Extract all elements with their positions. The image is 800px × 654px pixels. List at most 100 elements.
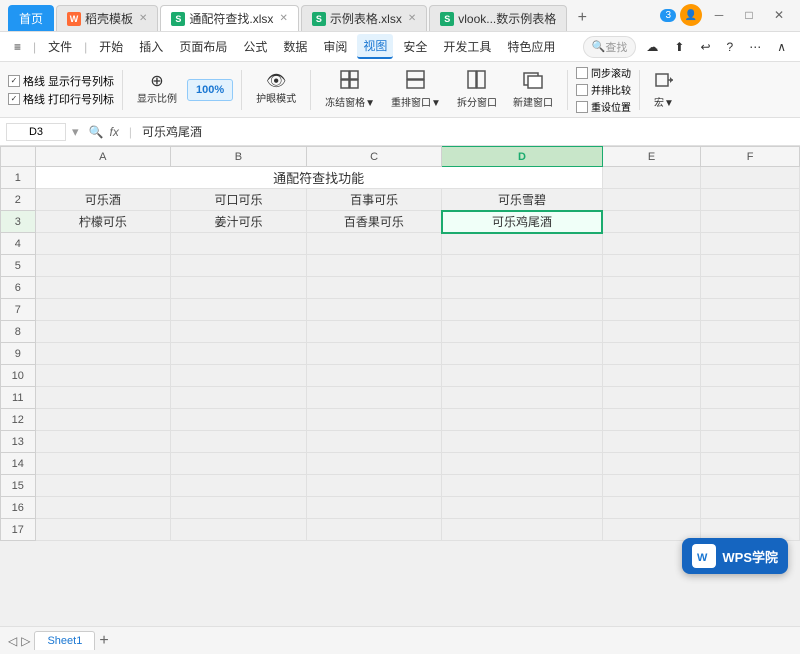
cell-a3[interactable]: 柠檬可乐 [35, 211, 171, 233]
row-header-7[interactable]: 7 [1, 299, 36, 321]
cell-a15[interactable] [35, 475, 171, 497]
cell-a10[interactable] [35, 365, 171, 387]
cell-e11[interactable] [602, 387, 701, 409]
cell-e7[interactable] [602, 299, 701, 321]
cell-f1[interactable] [701, 167, 800, 189]
new-window-button[interactable]: 新建窗口 [507, 66, 559, 113]
row-header-5[interactable]: 5 [1, 255, 36, 277]
print-gridlines-checkbox[interactable]: ✓ 格线 打印行号列标 [8, 91, 114, 107]
row-header-15[interactable]: 15 [1, 475, 36, 497]
cell-e4[interactable] [602, 233, 701, 255]
cell-a6[interactable] [35, 277, 171, 299]
cell-c6[interactable] [306, 277, 442, 299]
menu-special[interactable]: 特色应用 [501, 35, 561, 58]
row-header-3[interactable]: 3 [1, 211, 36, 233]
cell-d10[interactable] [442, 365, 602, 387]
side-by-side-row[interactable]: 并排比较 [576, 82, 631, 97]
cell-a7[interactable] [35, 299, 171, 321]
col-header-d[interactable]: D [442, 147, 602, 167]
cell-f10[interactable] [701, 365, 800, 387]
row-header-16[interactable]: 16 [1, 497, 36, 519]
freeze-button[interactable]: 冻结窗格▼ [319, 66, 381, 113]
eye-mode-button[interactable]: 👁 护眼模式 [250, 70, 302, 109]
tab-wildcard[interactable]: S 通配符查找.xlsx ✕ [160, 5, 298, 31]
cell-a8[interactable] [35, 321, 171, 343]
cell-a11[interactable] [35, 387, 171, 409]
cell-a2[interactable]: 可乐酒 [35, 189, 171, 211]
menu-hamburger[interactable]: ≡ [8, 37, 27, 57]
cell-d16[interactable] [442, 497, 602, 519]
row-header-13[interactable]: 13 [1, 431, 36, 453]
cell-b3[interactable]: 姜汁可乐 [171, 211, 307, 233]
cell-b10[interactable] [171, 365, 307, 387]
cell-c16[interactable] [306, 497, 442, 519]
cell-d8[interactable] [442, 321, 602, 343]
cell-a1-merged[interactable]: 通配符查找功能 [35, 167, 602, 189]
sheet-nav-prev[interactable]: ◁ [8, 634, 17, 648]
cell-d6[interactable] [442, 277, 602, 299]
cell-b7[interactable] [171, 299, 307, 321]
close-wildcard-tab[interactable]: ✕ [279, 13, 287, 24]
cell-a16[interactable] [35, 497, 171, 519]
cell-a4[interactable] [35, 233, 171, 255]
row-header-17[interactable]: 17 [1, 519, 36, 541]
cell-d9[interactable] [442, 343, 602, 365]
cell-f9[interactable] [701, 343, 800, 365]
reset-pos-row[interactable]: 重设位置 [576, 99, 631, 114]
cell-a9[interactable] [35, 343, 171, 365]
cell-f3[interactable] [701, 211, 800, 233]
macro-button[interactable]: 宏▼ [648, 66, 680, 113]
cell-c13[interactable] [306, 431, 442, 453]
cell-a5[interactable] [35, 255, 171, 277]
cell-b11[interactable] [171, 387, 307, 409]
cell-c7[interactable] [306, 299, 442, 321]
cell-c10[interactable] [306, 365, 442, 387]
cell-e10[interactable] [602, 365, 701, 387]
cell-f11[interactable] [701, 387, 800, 409]
cell-reference-input[interactable] [6, 123, 66, 141]
cell-d11[interactable] [442, 387, 602, 409]
cell-d5[interactable] [442, 255, 602, 277]
row-header-2[interactable]: 2 [1, 189, 36, 211]
cell-d4[interactable] [442, 233, 602, 255]
cell-b16[interactable] [171, 497, 307, 519]
close-template-tab[interactable]: ✕ [139, 13, 147, 24]
cell-e16[interactable] [602, 497, 701, 519]
cell-f14[interactable] [701, 453, 800, 475]
sheet-tab-sheet1[interactable]: Sheet1 [34, 631, 95, 650]
gridlines-checkbox[interactable]: ✓ 格线 显示行号列标 [8, 73, 114, 89]
cell-d2[interactable]: 可乐雪碧 [442, 189, 602, 211]
menu-collapse[interactable]: ∧ [771, 37, 792, 57]
cell-e1[interactable] [602, 167, 701, 189]
cell-d7[interactable] [442, 299, 602, 321]
cell-f13[interactable] [701, 431, 800, 453]
tab-vlookup[interactable]: S vlook...数示例表格 [429, 5, 567, 31]
cell-b6[interactable] [171, 277, 307, 299]
zoom-display-button[interactable]: ⊕ 显示比例 [131, 70, 183, 109]
cell-e17[interactable] [602, 519, 701, 541]
menu-insert[interactable]: 插入 [133, 35, 169, 58]
search-box[interactable]: 🔍 查找 [583, 36, 637, 58]
cell-c9[interactable] [306, 343, 442, 365]
cell-b5[interactable] [171, 255, 307, 277]
cell-a13[interactable] [35, 431, 171, 453]
menu-more[interactable]: ⋯ [743, 37, 767, 57]
cell-f6[interactable] [701, 277, 800, 299]
cell-b2[interactable]: 可口可乐 [171, 189, 307, 211]
formula-value[interactable]: 可乐鸡尾酒 [142, 123, 794, 140]
split-button[interactable]: 拆分窗口 [451, 66, 503, 113]
row-header-4[interactable]: 4 [1, 233, 36, 255]
cell-f15[interactable] [701, 475, 800, 497]
row-header-14[interactable]: 14 [1, 453, 36, 475]
sync-scroll-row[interactable]: 同步滚动 [576, 65, 631, 80]
menu-cloud[interactable]: ☁ [640, 37, 664, 57]
menu-formula[interactable]: 公式 [237, 35, 273, 58]
cell-c17[interactable] [306, 519, 442, 541]
menu-start[interactable]: 开始 [93, 35, 129, 58]
cell-d17[interactable] [442, 519, 602, 541]
cell-d15[interactable] [442, 475, 602, 497]
cell-f7[interactable] [701, 299, 800, 321]
rearrange-button[interactable]: 重排窗口▼ [385, 66, 447, 113]
row-header-10[interactable]: 10 [1, 365, 36, 387]
tab-home[interactable]: 首页 [8, 5, 54, 31]
